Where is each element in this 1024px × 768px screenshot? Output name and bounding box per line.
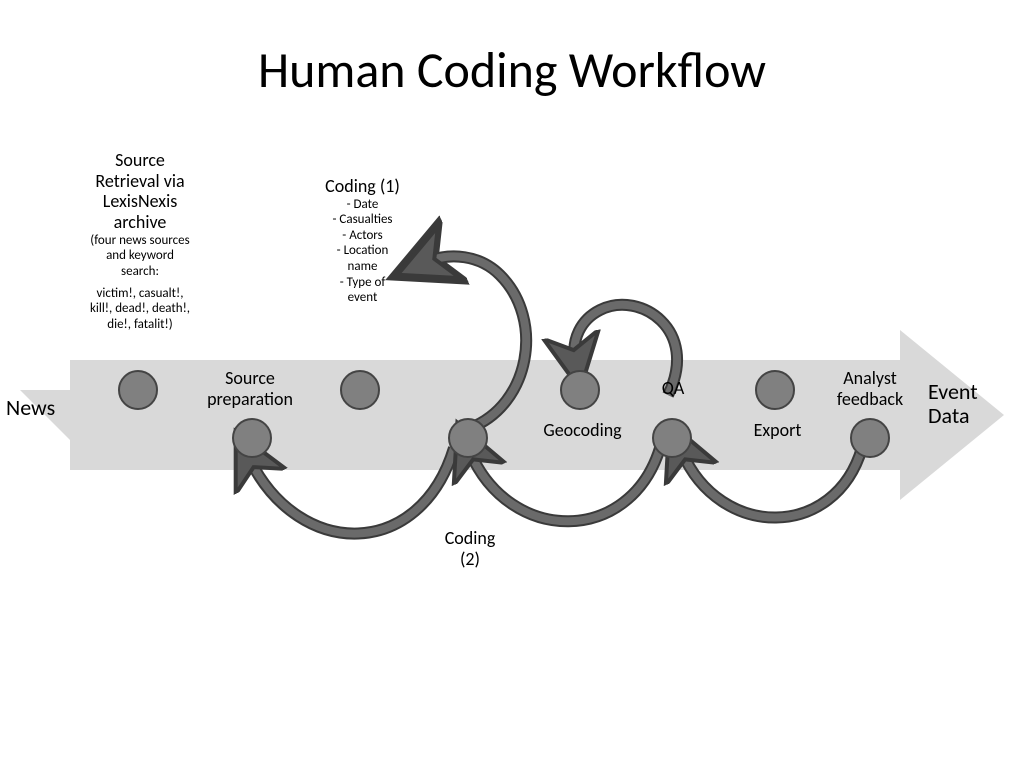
src-h3: LexisNexis bbox=[70, 191, 210, 212]
src-p3: search: bbox=[70, 264, 210, 280]
end-label-2: Data bbox=[928, 404, 1024, 428]
source-prep-label: Source preparation bbox=[190, 368, 310, 409]
node-coding2 bbox=[448, 418, 488, 458]
src-p1: (four news sources bbox=[70, 233, 210, 249]
source-retrieval-block: Source Retrieval via LexisNexis archive … bbox=[70, 150, 210, 332]
src-h4: archive bbox=[70, 212, 210, 233]
c1-i4b: name bbox=[290, 259, 435, 275]
sp2: preparation bbox=[190, 389, 310, 410]
src-k1: victim!, casualt!, bbox=[70, 286, 210, 302]
src-k2: kill!, dead!, death!, bbox=[70, 301, 210, 317]
export-label: Export bbox=[740, 420, 815, 441]
c1-i2: - Casualties bbox=[290, 212, 435, 228]
c1-i5b: event bbox=[290, 290, 435, 306]
geocoding-label: Geocoding bbox=[530, 420, 635, 441]
qa-label: QA bbox=[648, 378, 698, 399]
an1: Analyst bbox=[820, 368, 920, 389]
node-analyst bbox=[850, 418, 890, 458]
src-k3: die!, fatalit!) bbox=[70, 317, 210, 333]
sp1: Source bbox=[190, 368, 310, 389]
node-source-retrieval bbox=[118, 370, 158, 410]
c1-i1: - Date bbox=[290, 197, 435, 213]
coding1-block: Coding (1) - Date - Casualties - Actors … bbox=[290, 176, 435, 306]
c2-2: (2) bbox=[430, 549, 510, 570]
node-source-prep bbox=[232, 418, 272, 458]
node-geocoding bbox=[560, 370, 600, 410]
start-label: News bbox=[6, 395, 76, 420]
an2: feedback bbox=[820, 389, 920, 410]
c1-i3: - Actors bbox=[290, 228, 435, 244]
src-p2: and keyword bbox=[70, 248, 210, 264]
end-label-1: Event bbox=[928, 380, 1024, 404]
node-export bbox=[755, 370, 795, 410]
node-coding1 bbox=[340, 370, 380, 410]
c1-h: Coding (1) bbox=[290, 176, 435, 197]
analyst-label: Analyst feedback bbox=[820, 368, 920, 409]
c1-i4: - Location bbox=[290, 243, 435, 259]
coding2-label: Coding (2) bbox=[430, 528, 510, 569]
c1-i5: - Type of bbox=[290, 275, 435, 291]
c2-1: Coding bbox=[430, 528, 510, 549]
src-h1: Source bbox=[70, 150, 210, 171]
end-label: Event Data bbox=[928, 380, 1024, 428]
node-qa bbox=[652, 418, 692, 458]
src-h2: Retrieval via bbox=[70, 171, 210, 192]
